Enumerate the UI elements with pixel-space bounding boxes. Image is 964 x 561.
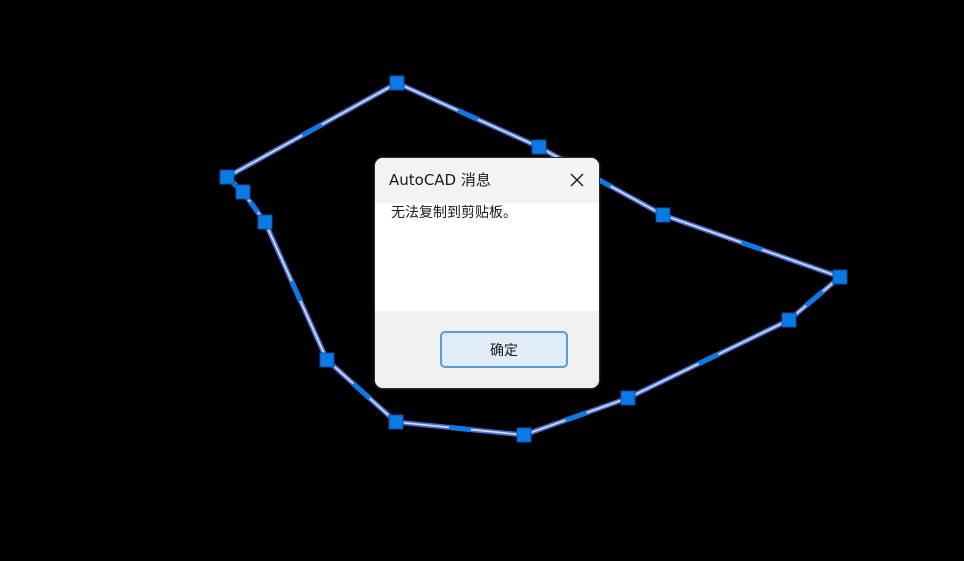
vertex-grip[interactable] [235, 184, 251, 200]
close-icon [570, 173, 584, 187]
dialog-title: AutoCAD 消息 [389, 171, 491, 189]
close-button[interactable] [561, 164, 593, 196]
dialog-titlebar[interactable]: AutoCAD 消息 [375, 158, 599, 203]
midpoint-grip[interactable] [740, 240, 763, 252]
midpoint-grip[interactable] [289, 279, 303, 303]
midpoint-grip[interactable] [804, 289, 825, 308]
dialog-footer: 确定 [375, 311, 599, 388]
vertex-grip[interactable] [832, 269, 848, 285]
midpoint-grip[interactable] [248, 200, 260, 214]
vertex-grip[interactable] [389, 75, 405, 91]
midpoint-grip[interactable] [456, 108, 480, 122]
ok-button[interactable]: 确定 [440, 331, 568, 368]
vertex-grip[interactable] [388, 414, 404, 430]
midpoint-grip[interactable] [564, 410, 588, 423]
midpoint-grip[interactable] [448, 424, 472, 433]
vertex-grip[interactable] [319, 352, 335, 368]
midpoint-grip[interactable] [697, 351, 720, 367]
vertex-grip[interactable] [531, 139, 547, 155]
vertex-grip[interactable] [781, 312, 797, 328]
midpoint-grip[interactable] [301, 122, 323, 138]
vertex-grip[interactable] [516, 427, 532, 443]
vertex-grip[interactable] [655, 207, 671, 223]
vertex-grip[interactable] [257, 214, 273, 230]
dialog-message: 无法复制到剪贴板。 [391, 205, 517, 221]
vertex-grip[interactable] [620, 390, 636, 406]
autocad-message-dialog: AutoCAD 消息 无法复制到剪贴板。 确定 [374, 157, 600, 389]
midpoint-grip[interactable] [351, 381, 372, 401]
vertex-grip[interactable] [219, 169, 235, 185]
